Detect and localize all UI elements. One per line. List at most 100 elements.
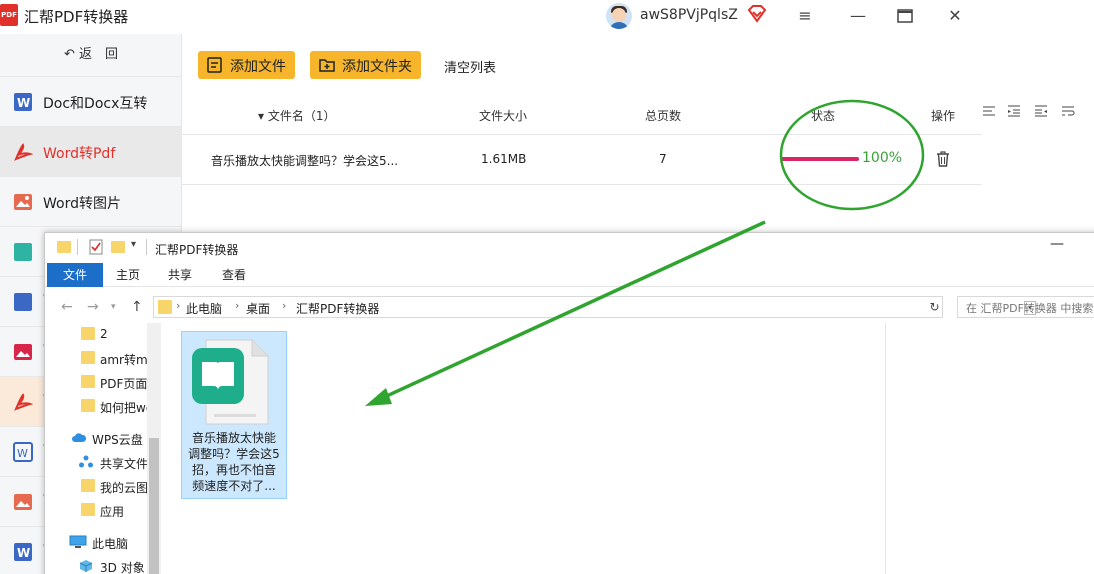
tree-item[interactable]: 如何把wo: [45, 395, 147, 417]
tree-item-this-pc[interactable]: 此电脑: [45, 531, 147, 553]
back-button[interactable]: ↶ 返 回: [0, 34, 182, 76]
search-input[interactable]: 在 汇帮PDF转换器 中搜索: [957, 296, 1094, 318]
folder-icon: [81, 375, 95, 388]
sidebar-item-label: Word转图片: [43, 196, 121, 212]
folder-icon: [57, 241, 71, 253]
book-file-icon: [192, 339, 269, 425]
word-doc-icon: W: [14, 543, 32, 561]
column-header-action: 操作: [931, 109, 956, 123]
sidebar-item-word-to-pdf[interactable]: Word转Pdf: [0, 126, 182, 176]
back-arrow-icon[interactable]: ←: [61, 299, 73, 315]
refresh-icon[interactable]: ↻: [927, 296, 943, 318]
tree-item[interactable]: 我的云图: [45, 475, 147, 497]
address-box[interactable]: › 此电脑 › 桌面 › 汇帮PDF转换器 ▾: [153, 296, 1036, 318]
tree-item[interactable]: 共享文件: [45, 451, 147, 473]
recent-dropdown-icon[interactable]: ▾: [111, 302, 116, 312]
tab-view[interactable]: 查看: [213, 263, 255, 287]
properties-icon[interactable]: [89, 239, 103, 255]
sidebar-item-doc-docx[interactable]: W Doc和Docx互转: [0, 76, 182, 126]
maximize-icon: [897, 9, 913, 23]
vip-diamond-icon[interactable]: [746, 4, 768, 24]
image-icon: [14, 344, 32, 360]
close-button[interactable]: ✕: [940, 2, 970, 30]
tree-item[interactable]: 应用: [45, 499, 147, 521]
word-doc-icon: W: [14, 93, 32, 111]
username[interactable]: awS8PVjPqlsZ: [640, 7, 738, 23]
tab-share[interactable]: 共享: [159, 263, 201, 287]
sidebar-item-label: Word转Pdf: [43, 146, 116, 162]
row-file-size: 1.61MB: [481, 152, 527, 166]
row-divider: [182, 184, 982, 185]
user-avatar[interactable]: [606, 3, 632, 29]
file-item-selected[interactable]: 音乐播放太快能 调整吗？学会这5 招，再也不怕音 频速度不对了...: [181, 331, 287, 499]
add-folder-icon: [319, 59, 335, 72]
menu-icon[interactable]: ≡: [790, 2, 820, 30]
svg-text:W: W: [17, 96, 30, 110]
tree-item[interactable]: 3D 对象: [45, 555, 147, 574]
folder-icon: [81, 351, 95, 364]
image-icon: [14, 194, 32, 210]
forward-arrow-icon[interactable]: →: [87, 299, 99, 315]
conversion-progress-bar: [781, 157, 859, 161]
maximize-button[interactable]: [890, 2, 920, 30]
folder-icon: [81, 503, 95, 516]
add-file-label: 添加文件: [230, 59, 286, 75]
header-divider: [182, 134, 982, 135]
back-label: 返 回: [79, 47, 119, 62]
navigation-pane: 2 amr转m PDF页面 如何把wo WPS云盘 共享文件: [45, 323, 163, 574]
align-icon[interactable]: [982, 104, 996, 118]
explorer-minimize-button[interactable]: —: [1050, 236, 1064, 252]
address-bar-row: ← → ▾ ↑ › 此电脑 › 桌面 › 汇帮PDF转换器 ▾ ↻ 在 汇帮PD…: [45, 293, 1094, 321]
computer-icon: [69, 535, 87, 548]
explorer-title-bar: ▾ 汇帮PDF转换器 —: [45, 233, 1094, 263]
add-folder-label: 添加文件夹: [342, 59, 412, 75]
ribbon-tabs: 文件 主页 共享 查看: [45, 263, 1094, 287]
add-file-button[interactable]: 添加文件: [198, 51, 295, 79]
clear-list-button[interactable]: 清空列表: [444, 57, 496, 76]
cloud-icon: [72, 433, 87, 442]
column-header-status: 状态: [811, 109, 836, 123]
share-icon: [79, 455, 93, 468]
file-explorer-window: ▾ 汇帮PDF转换器 — 文件 主页 共享 查看 ← → ▾ ↑ › 此电脑 ›…: [44, 232, 1094, 574]
breadcrumb-desktop[interactable]: 桌面: [246, 300, 270, 317]
delete-icon[interactable]: [936, 151, 950, 167]
tree-item[interactable]: amr转m: [45, 347, 147, 369]
file-item-label: 音乐播放太快能 调整吗？学会这5 招，再也不怕音 频速度不对了...: [188, 431, 280, 493]
breadcrumb-this-pc[interactable]: 此电脑: [186, 300, 222, 317]
folder-icon: [158, 300, 172, 314]
outdent-icon[interactable]: [1007, 104, 1021, 118]
indent-icon[interactable]: [1034, 104, 1048, 118]
tree-item-wps-cloud[interactable]: WPS云盘: [45, 427, 147, 449]
breadcrumb-folder[interactable]: 汇帮PDF转换器: [296, 300, 379, 317]
svg-text:W: W: [17, 447, 28, 460]
new-folder-icon[interactable]: [111, 241, 125, 253]
word-doc-icon: W: [13, 442, 33, 462]
tree-item[interactable]: PDF页面: [45, 371, 147, 393]
folder-icon: [81, 327, 95, 340]
add-file-icon: [207, 57, 222, 73]
preview-pane-divider: [885, 323, 886, 574]
conversion-progress-label: 100%: [862, 150, 903, 166]
svg-text:W: W: [17, 546, 30, 560]
up-arrow-icon[interactable]: ↑: [131, 299, 143, 315]
minimize-button[interactable]: —: [843, 2, 873, 30]
back-icon: ↶: [63, 47, 79, 62]
column-header-name[interactable]: ▾ 文件名（1）: [258, 107, 335, 124]
row-page-count: 7: [659, 152, 667, 166]
tree-item[interactable]: 2: [45, 323, 147, 345]
column-header-size: 文件大小: [479, 109, 528, 123]
pdf-icon: [14, 393, 33, 411]
folder-icon: [81, 399, 95, 412]
wrap-text-icon[interactable]: [1061, 104, 1075, 118]
desktop: PDF 汇帮PDF转换器 awS8PVjPqlsZ ≡ — ✕ ↶ 返 回 W …: [0, 0, 1094, 574]
quick-access-dropdown-icon[interactable]: ▾: [131, 239, 136, 250]
tab-file[interactable]: 文件: [47, 263, 103, 287]
add-folder-button[interactable]: 添加文件夹: [310, 51, 421, 79]
tab-home[interactable]: 主页: [107, 263, 149, 287]
sidebar-item-label: Doc和Docx互转: [43, 96, 148, 112]
3d-objects-icon: [79, 560, 93, 572]
folder-icon: [81, 479, 95, 492]
navigation-scrollbar-thumb[interactable]: [149, 438, 159, 574]
pdf-icon: [14, 143, 33, 161]
sidebar-item-word-to-image[interactable]: Word转图片: [0, 176, 182, 226]
